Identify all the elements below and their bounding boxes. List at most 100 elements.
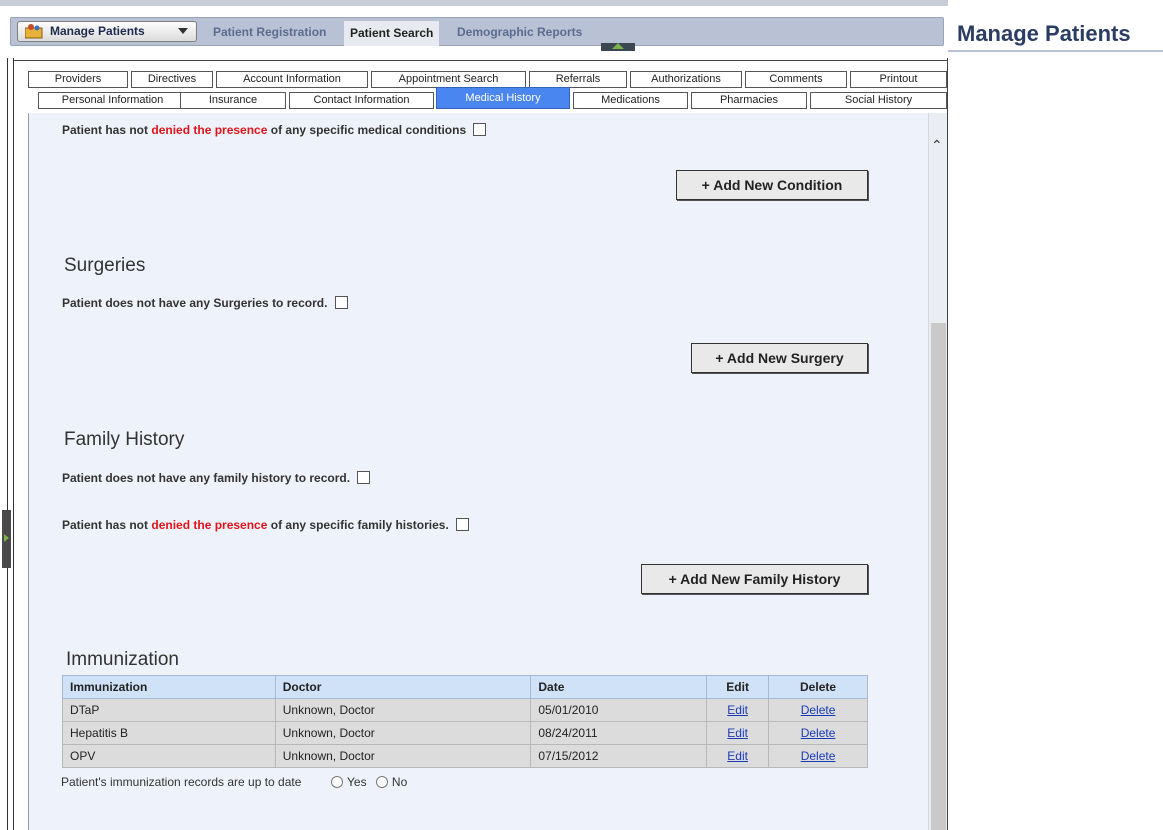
table-header-row: Immunization Doctor Date Edit Delete [62,675,868,699]
delete-link[interactable]: Delete [801,703,836,717]
yes-radio[interactable] [331,776,343,788]
cell-doctor: Unknown, Doctor [274,721,532,745]
chevron-down-icon [178,28,188,34]
col-date: Date [530,675,708,699]
immunization-heading: Immunization [66,649,179,670]
immunization-table: Immunization Doctor Date Edit Delete DTa… [62,675,868,768]
tab-referrals[interactable]: Referrals [529,71,627,88]
cell-edit: Edit [706,721,770,745]
family-denied-highlight: denied the presence [151,518,268,532]
scroll-up-icon[interactable]: ⌃ [931,137,943,154]
scroll-thumb[interactable] [931,323,946,830]
conditions-denied-row: Patient has not denied the presence of a… [62,123,487,137]
tab-providers[interactable]: Providers [28,71,128,88]
nav-patient-registration[interactable]: Patient Registration [213,25,326,39]
tab-appointment-search[interactable]: Appointment Search [371,71,526,88]
family-denied-checkbox[interactable] [456,518,470,531]
family-history-heading: Family History [64,429,185,450]
cell-date: 05/01/2010 [530,698,708,722]
no-radio[interactable] [375,776,388,788]
frame-line [7,58,8,830]
sidebar-toggle-handle[interactable] [2,510,11,568]
col-delete: Delete [768,675,868,699]
tab-personal-information[interactable]: Personal Information [38,92,187,109]
tab-insurance[interactable]: Insurance [180,92,286,109]
medical-history-panel: Patient has not denied the presence of a… [28,113,928,830]
denied-prefix: Patient has not [62,123,149,137]
family-denied-row: Patient has not denied the presence of a… [62,518,470,532]
surgeries-none-checkbox[interactable] [334,296,348,309]
left-frame [0,58,14,830]
uptodate-options: Yes No [331,775,407,789]
edit-link[interactable]: Edit [727,749,748,763]
tab-printout[interactable]: Printout [850,71,947,88]
tab-social-history[interactable]: Social History [810,92,947,109]
denied-suffix: of any specific medical conditions [270,123,467,137]
top-bar: Manage Patients Patient Registration Pat… [0,0,1163,58]
col-immunization: Immunization [62,675,276,699]
yes-label: Yes [347,775,367,789]
patient-tabs: Providers Directives Account Information… [28,68,948,118]
panel-scrollbar[interactable]: ⌃ [928,113,947,830]
tab-account-information[interactable]: Account Information [216,71,368,88]
tab-directives[interactable]: Directives [131,71,213,88]
family-none-text: Patient does not have any family history… [62,471,351,485]
manage-patients-dropdown[interactable]: Manage Patients [17,21,197,42]
table-row: OPV Unknown, Doctor 07/15/2012 Edit Dele… [62,744,868,768]
main-nav: Manage Patients Patient Registration Pat… [10,17,944,51]
frame-top-border [14,60,948,61]
arrow-up-icon [612,43,624,49]
cell-delete: Delete [768,721,868,745]
tab-pharmacies[interactable]: Pharmacies [691,92,807,109]
add-condition-button[interactable]: + Add New Condition [676,170,868,200]
title-divider [948,50,1163,52]
immunization-uptodate-row: Patient's immunization records are up to… [61,775,407,789]
cell-date: 08/24/2011 [530,721,708,745]
table-row: Hepatitis B Unknown, Doctor 08/24/2011 E… [62,721,868,745]
no-label: No [391,775,408,789]
patients-icon [25,24,43,39]
page-title: Manage Patients [957,21,1131,46]
surgeries-none-text: Patient does not have any Surgeries to r… [62,296,328,310]
tab-contact-information[interactable]: Contact Information [289,92,434,109]
add-surgery-button[interactable]: + Add New Surgery [691,343,868,373]
tab-medications[interactable]: Medications [573,92,688,109]
surgeries-heading: Surgeries [64,255,146,276]
cell-delete: Delete [768,698,868,722]
cell-delete: Delete [768,744,868,768]
cell-edit: Edit [706,744,770,768]
col-edit: Edit [706,675,770,699]
cell-date: 07/15/2012 [530,744,708,768]
cell-immunization: OPV [62,744,276,768]
add-family-history-button[interactable]: + Add New Family History [641,564,868,594]
nav-demographic-reports[interactable]: Demographic Reports [457,25,582,39]
edit-link[interactable]: Edit [727,726,748,740]
frame-divider [947,58,948,830]
family-none-row: Patient does not have any family history… [62,471,371,485]
nav-patient-search[interactable]: Patient Search [344,21,440,46]
delete-link[interactable]: Delete [801,749,836,763]
family-denied-prefix: Patient has not [62,518,149,532]
family-none-checkbox[interactable] [357,471,371,484]
cell-edit: Edit [706,698,770,722]
col-doctor: Doctor [274,675,532,699]
conditions-denied-checkbox[interactable] [473,123,487,136]
cell-doctor: Unknown, Doctor [274,744,532,768]
delete-link[interactable]: Delete [801,726,836,740]
cell-immunization: DTaP [62,698,276,722]
tab-medical-history[interactable]: Medical History [436,87,570,109]
table-row: DTaP Unknown, Doctor 05/01/2010 Edit Del… [62,698,868,722]
tab-authorizations[interactable]: Authorizations [630,71,742,88]
uptodate-label: Patient's immunization records are up to… [61,775,302,789]
arrow-right-icon [4,534,9,542]
family-denied-suffix: of any specific family histories. [270,518,449,532]
tab-comments[interactable]: Comments [745,71,847,88]
top-stripe [0,0,948,6]
edit-link[interactable]: Edit [727,703,748,717]
denied-highlight: denied the presence [151,123,268,137]
manage-patients-label: Manage Patients [50,24,145,38]
surgeries-none-row: Patient does not have any Surgeries to r… [62,296,348,310]
cell-immunization: Hepatitis B [62,721,276,745]
collapse-toggle[interactable] [601,43,635,51]
cell-doctor: Unknown, Doctor [274,698,532,722]
